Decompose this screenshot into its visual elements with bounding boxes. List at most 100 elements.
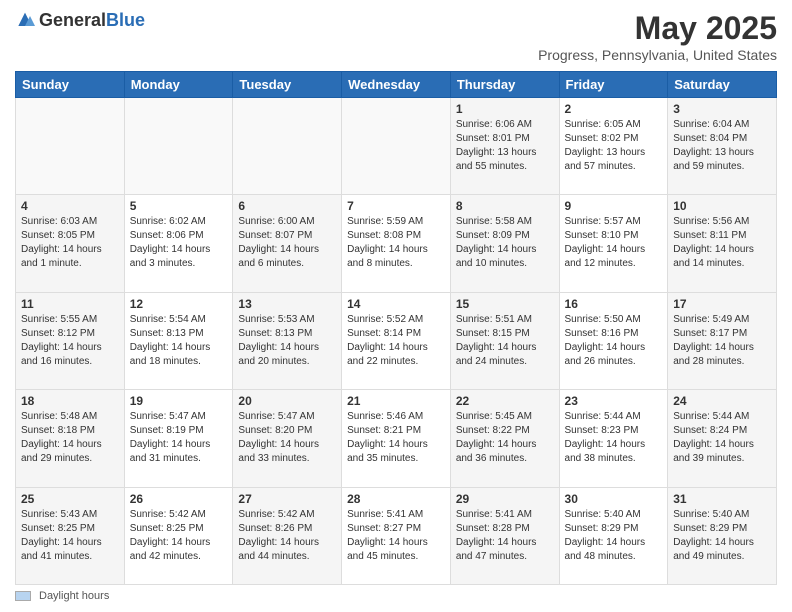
day-number: 12 bbox=[130, 297, 228, 311]
day-info: Sunrise: 5:46 AMSunset: 8:21 PMDaylight:… bbox=[347, 410, 445, 466]
day-info: Sunrise: 5:57 AMSunset: 8:10 PMDaylight:… bbox=[565, 215, 663, 271]
table-row bbox=[233, 98, 342, 195]
day-number: 27 bbox=[238, 492, 336, 506]
day-info: Sunrise: 6:05 AMSunset: 8:02 PMDaylight:… bbox=[565, 118, 663, 174]
day-number: 2 bbox=[565, 102, 663, 116]
day-info: Sunrise: 5:58 AMSunset: 8:09 PMDaylight:… bbox=[456, 215, 554, 271]
day-info: Sunrise: 5:59 AMSunset: 8:08 PMDaylight:… bbox=[347, 215, 445, 271]
table-row: 25 Sunrise: 5:43 AMSunset: 8:25 PMDayligh… bbox=[16, 487, 125, 584]
day-info: Sunrise: 5:47 AMSunset: 8:19 PMDaylight:… bbox=[130, 410, 228, 466]
table-row: 27Sunrise: 5:42 AMSunset: 8:26 PMDayligh… bbox=[233, 487, 342, 584]
table-row bbox=[124, 98, 233, 195]
day-number: 18 bbox=[21, 394, 119, 408]
day-info: Sunrise: 5:43 AMSunset: 8:25 PMDaylight:… bbox=[21, 508, 119, 564]
col-header-sunday: Sunday bbox=[16, 72, 125, 98]
legend-box bbox=[15, 591, 31, 601]
day-info: Sunrise: 6:06 AMSunset: 8:01 PMDaylight:… bbox=[456, 118, 554, 174]
day-info: Sunrise: 5:42 AMSunset: 8:25 PMDaylight:… bbox=[130, 508, 228, 564]
table-row: 26 Sunrise: 5:42 AMSunset: 8:25 PMDayligh… bbox=[124, 487, 233, 584]
day-info: Sunrise: 5:50 AMSunset: 8:16 PMDaylight:… bbox=[565, 313, 663, 369]
day-number: 23 bbox=[565, 394, 663, 408]
col-header-wednesday: Wednesday bbox=[342, 72, 451, 98]
footer: Daylight hours bbox=[15, 590, 777, 602]
table-row bbox=[342, 98, 451, 195]
table-row: 24 Sunrise: 5:44 AMSunset: 8:24 PMDayligh… bbox=[668, 390, 777, 487]
logo-general: General bbox=[39, 10, 106, 30]
day-number: 19 bbox=[130, 394, 228, 408]
main-title: May 2025 bbox=[538, 10, 777, 47]
calendar-week-row: 4Sunrise: 6:03 AMSunset: 8:05 PMDaylight… bbox=[16, 195, 777, 292]
calendar-week-row: 18 Sunrise: 5:48 AMSunset: 8:18 PMDayligh… bbox=[16, 390, 777, 487]
table-row: 10Sunrise: 5:56 AMSunset: 8:11 PMDayligh… bbox=[668, 195, 777, 292]
day-info: Sunrise: 6:04 AMSunset: 8:04 PMDaylight:… bbox=[673, 118, 771, 174]
table-row: 30 Sunrise: 5:40 AMSunset: 8:29 PMDayligh… bbox=[559, 487, 668, 584]
table-row: 8 Sunrise: 5:58 AMSunset: 8:09 PMDaylight… bbox=[450, 195, 559, 292]
day-number: 15 bbox=[456, 297, 554, 311]
table-row: 11Sunrise: 5:55 AMSunset: 8:12 PMDayligh… bbox=[16, 292, 125, 389]
day-number: 30 bbox=[565, 492, 663, 506]
day-number: 22 bbox=[456, 394, 554, 408]
col-header-saturday: Saturday bbox=[668, 72, 777, 98]
day-info: Sunrise: 5:44 AMSunset: 8:24 PMDaylight:… bbox=[673, 410, 771, 466]
day-info: Sunrise: 5:45 AMSunset: 8:22 PMDaylight:… bbox=[456, 410, 554, 466]
day-number: 24 bbox=[673, 394, 771, 408]
table-row bbox=[16, 98, 125, 195]
day-number: 10 bbox=[673, 199, 771, 213]
table-row: 3Sunrise: 6:04 AMSunset: 8:04 PMDaylight… bbox=[668, 98, 777, 195]
subtitle: Progress, Pennsylvania, United States bbox=[538, 47, 777, 63]
table-row: 23 Sunrise: 5:44 AMSunset: 8:23 PMDayligh… bbox=[559, 390, 668, 487]
day-info: Sunrise: 5:44 AMSunset: 8:23 PMDaylight:… bbox=[565, 410, 663, 466]
day-number: 29 bbox=[456, 492, 554, 506]
logo-text: GeneralBlue bbox=[39, 10, 145, 31]
page: GeneralBlue May 2025 Progress, Pennsylva… bbox=[0, 0, 792, 612]
day-info: Sunrise: 5:41 AMSunset: 8:27 PMDaylight:… bbox=[347, 508, 445, 564]
day-number: 16 bbox=[565, 297, 663, 311]
table-row: 29 Sunrise: 5:41 AMSunset: 8:28 PMDayligh… bbox=[450, 487, 559, 584]
day-number: 28 bbox=[347, 492, 445, 506]
day-info: Sunrise: 5:40 AMSunset: 8:29 PMDaylight:… bbox=[565, 508, 663, 564]
day-number: 21 bbox=[347, 394, 445, 408]
table-row: 31 Sunrise: 5:40 AMSunset: 8:29 PMDayligh… bbox=[668, 487, 777, 584]
col-header-monday: Monday bbox=[124, 72, 233, 98]
day-info: Sunrise: 5:54 AMSunset: 8:13 PMDaylight:… bbox=[130, 313, 228, 369]
table-row: 22 Sunrise: 5:45 AMSunset: 8:22 PMDayligh… bbox=[450, 390, 559, 487]
calendar: Sunday Monday Tuesday Wednesday Thursday… bbox=[15, 71, 777, 585]
table-row: 15 Sunrise: 5:51 AMSunset: 8:15 PMDayligh… bbox=[450, 292, 559, 389]
table-row: 18 Sunrise: 5:48 AMSunset: 8:18 PMDayligh… bbox=[16, 390, 125, 487]
day-info: Sunrise: 6:02 AMSunset: 8:06 PMDaylight:… bbox=[130, 215, 228, 271]
table-row: 16 Sunrise: 5:50 AMSunset: 8:16 PMDayligh… bbox=[559, 292, 668, 389]
day-info: Sunrise: 5:40 AMSunset: 8:29 PMDaylight:… bbox=[673, 508, 771, 564]
day-number: 5 bbox=[130, 199, 228, 213]
day-number: 14 bbox=[347, 297, 445, 311]
day-number: 9 bbox=[565, 199, 663, 213]
day-number: 26 bbox=[130, 492, 228, 506]
table-row: 13Sunrise: 5:53 AMSunset: 8:13 PMDayligh… bbox=[233, 292, 342, 389]
day-info: Sunrise: 5:51 AMSunset: 8:15 PMDaylight:… bbox=[456, 313, 554, 369]
table-row: 21 Sunrise: 5:46 AMSunset: 8:21 PMDayligh… bbox=[342, 390, 451, 487]
day-number: 17 bbox=[673, 297, 771, 311]
table-row: 7 Sunrise: 5:59 AMSunset: 8:08 PMDaylight… bbox=[342, 195, 451, 292]
table-row: 4Sunrise: 6:03 AMSunset: 8:05 PMDaylight… bbox=[16, 195, 125, 292]
legend-label: Daylight hours bbox=[39, 590, 109, 602]
day-info: Sunrise: 5:49 AMSunset: 8:17 PMDaylight:… bbox=[673, 313, 771, 369]
table-row: 17 Sunrise: 5:49 AMSunset: 8:17 PMDayligh… bbox=[668, 292, 777, 389]
table-row: 12 Sunrise: 5:54 AMSunset: 8:13 PMDayligh… bbox=[124, 292, 233, 389]
col-header-tuesday: Tuesday bbox=[233, 72, 342, 98]
day-info: Sunrise: 6:03 AMSunset: 8:05 PMDaylight:… bbox=[21, 215, 119, 271]
col-header-thursday: Thursday bbox=[450, 72, 559, 98]
logo-icon bbox=[15, 11, 35, 31]
day-info: Sunrise: 5:41 AMSunset: 8:28 PMDaylight:… bbox=[456, 508, 554, 564]
day-number: 31 bbox=[673, 492, 771, 506]
day-info: Sunrise: 5:48 AMSunset: 8:18 PMDaylight:… bbox=[21, 410, 119, 466]
day-number: 6 bbox=[238, 199, 336, 213]
logo: GeneralBlue bbox=[15, 10, 145, 31]
header: GeneralBlue May 2025 Progress, Pennsylva… bbox=[15, 10, 777, 63]
calendar-header-row: Sunday Monday Tuesday Wednesday Thursday… bbox=[16, 72, 777, 98]
calendar-week-row: 1Sunrise: 6:06 AMSunset: 8:01 PMDaylight… bbox=[16, 98, 777, 195]
day-info: Sunrise: 5:53 AMSunset: 8:13 PMDaylight:… bbox=[238, 313, 336, 369]
day-info: Sunrise: 5:47 AMSunset: 8:20 PMDaylight:… bbox=[238, 410, 336, 466]
day-number: 11 bbox=[21, 297, 119, 311]
day-number: 8 bbox=[456, 199, 554, 213]
day-number: 25 bbox=[21, 492, 119, 506]
day-number: 7 bbox=[347, 199, 445, 213]
